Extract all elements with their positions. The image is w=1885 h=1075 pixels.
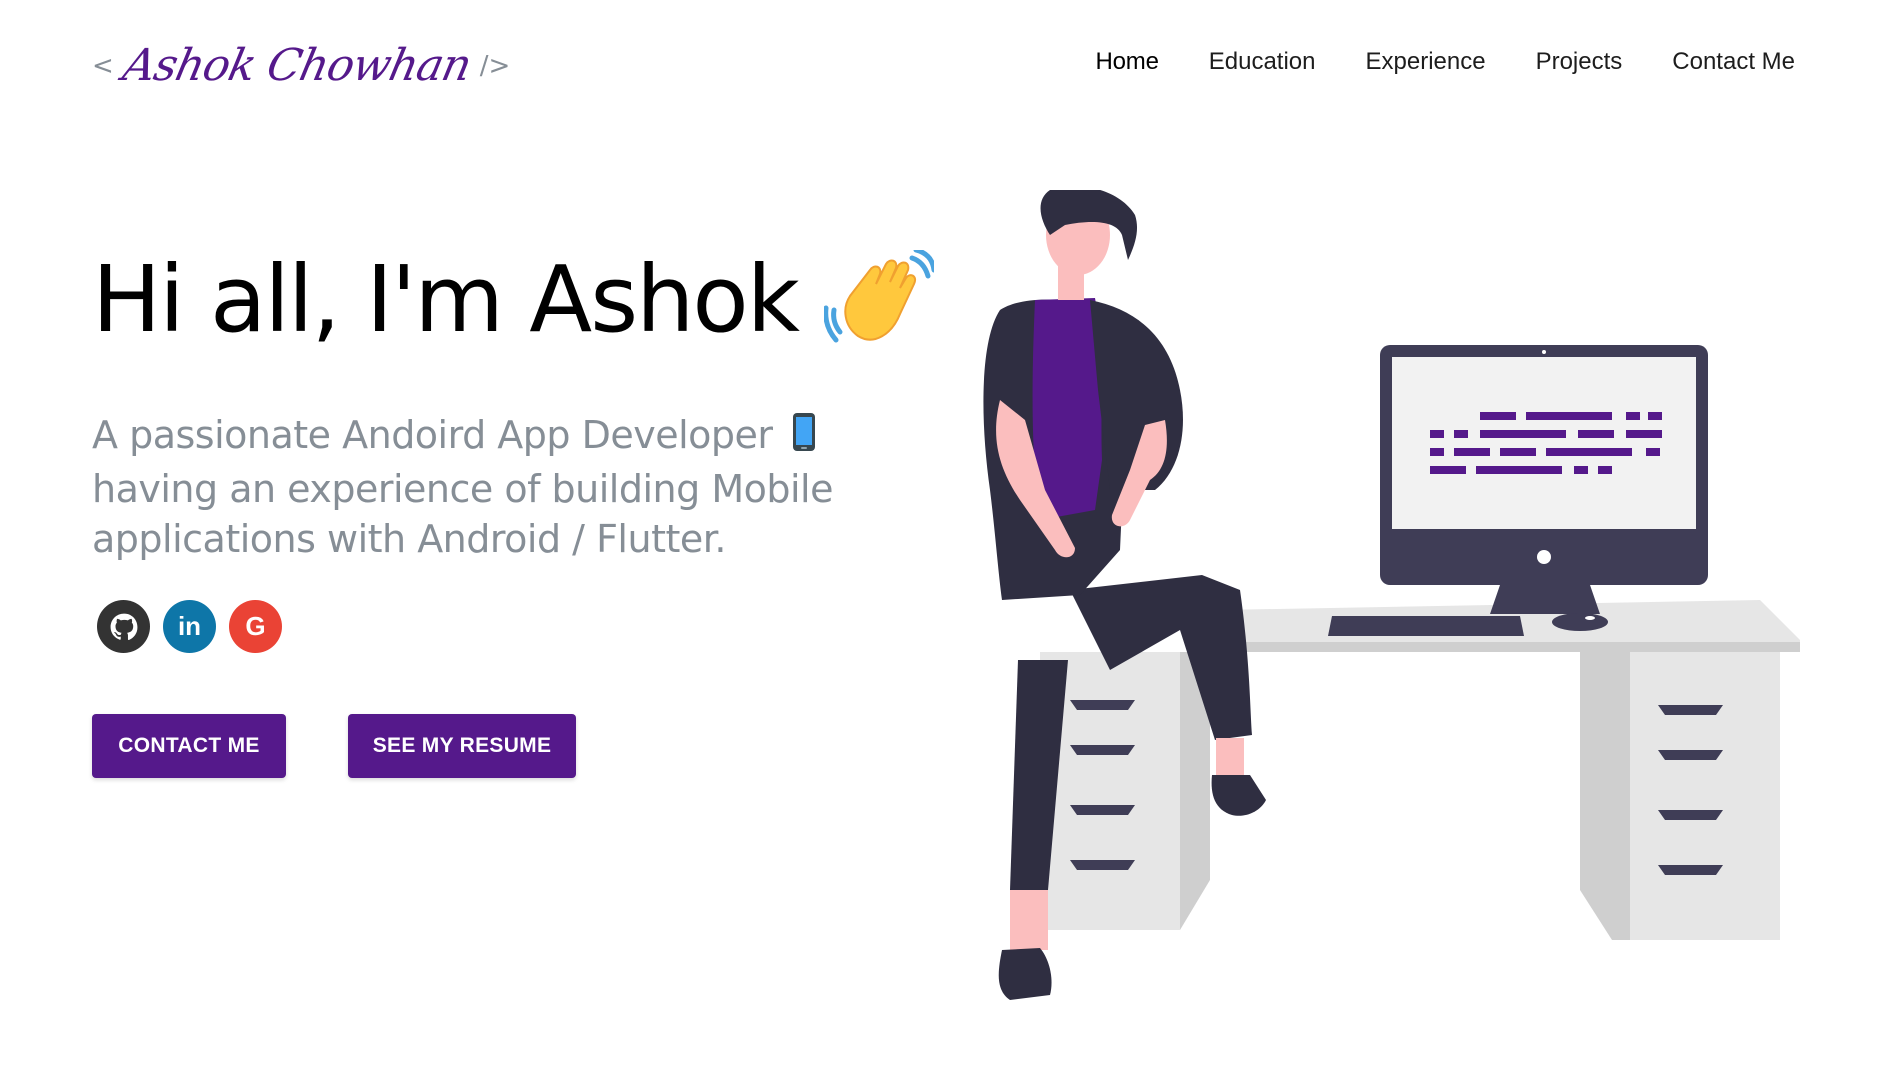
main-nav: Home Education Experience Projects Conta… [1096, 48, 1795, 76]
see-my-resume-button[interactable]: SEE MY RESUME [348, 714, 576, 778]
nav-contact-me[interactable]: Contact Me [1672, 48, 1795, 76]
hero-subtitle: A passionate Andoird App Developer havin… [92, 410, 872, 564]
waving-hand-icon [823, 247, 937, 350]
logo-close-bracket: /> [479, 50, 511, 81]
nav-experience[interactable]: Experience [1366, 48, 1486, 76]
social-links: in G [97, 600, 282, 653]
github-icon[interactable] [97, 600, 150, 653]
greeting-heading: Hi all, I'm Ashok [92, 245, 937, 355]
contact-me-button[interactable]: CONTACT ME [92, 714, 286, 778]
nav-education[interactable]: Education [1209, 48, 1316, 76]
nav-home[interactable]: Home [1096, 48, 1159, 76]
subtitle-line-1: A passionate Andoird App Developer [92, 413, 773, 457]
mobile-phone-icon [792, 412, 816, 464]
greeting-text: Hi all, I'm Ashok [92, 246, 800, 353]
nav-projects[interactable]: Projects [1536, 48, 1623, 76]
logo-signature: Ashok Chowhan [118, 40, 476, 91]
google-icon[interactable]: G [229, 600, 282, 653]
developer-desk-illustration [940, 186, 1820, 1024]
linkedin-icon[interactable]: in [163, 600, 216, 653]
logo-open-bracket: < [92, 50, 114, 81]
logo[interactable]: < Ashok Chowhan /> [92, 40, 510, 91]
subtitle-line-2: having an experience of building Mobile … [92, 466, 833, 561]
